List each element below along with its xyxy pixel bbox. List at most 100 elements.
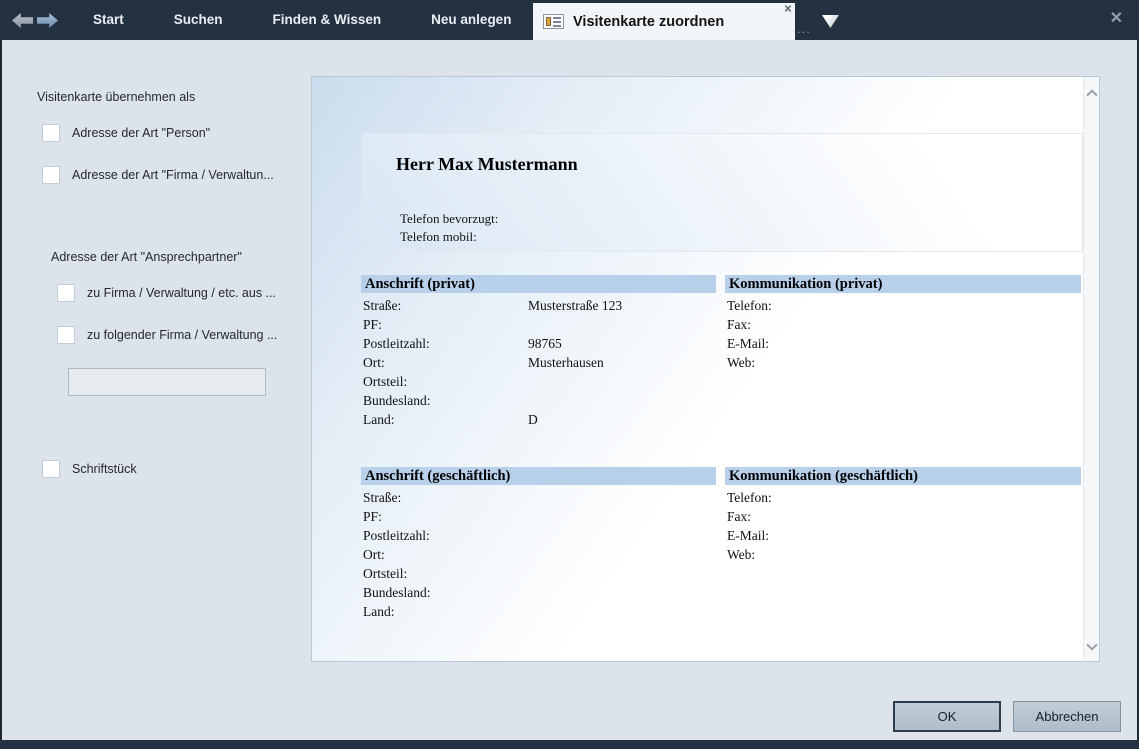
field-row: Web: (725, 353, 1081, 372)
ok-button[interactable]: OK (893, 701, 1001, 732)
section-kommunikation-geschaeftlich: Kommunikation (geschäftlich) Telefon: Fa… (725, 467, 1081, 564)
field-row: Postleitzahl:98765 (361, 334, 716, 353)
card-name: Herr Max Mustermann (396, 154, 578, 175)
tab-visitenkarte-zuordnen-active[interactable]: Visitenkarte zuordnen ✕ (533, 3, 795, 40)
tab-bar: Start Suchen Finden & Wissen Neu anlegen… (0, 0, 1139, 40)
scroll-down-icon[interactable] (1086, 639, 1097, 650)
section-header: Anschrift (geschäftlich) (361, 467, 716, 485)
checkbox-row-firma[interactable]: Adresse der Art "Firma / Verwaltun... (42, 166, 274, 184)
field-row: Straße:Musterstraße 123 (361, 296, 716, 315)
checkbox-firma[interactable] (42, 166, 60, 184)
field-value (892, 526, 1081, 545)
field-value (528, 315, 716, 334)
field-row: E-Mail: (725, 526, 1081, 545)
close-icon[interactable]: ✕ (1110, 10, 1123, 28)
tab-overflow-ellipsis: ... (797, 21, 811, 36)
field-label: Bundesland: (361, 391, 528, 410)
tab-finden-wissen[interactable]: Finden & Wissen (248, 0, 407, 40)
field-value (892, 334, 1081, 353)
field-label: E-Mail: (725, 526, 892, 545)
card-telefon-bevorzugt-label: Telefon bevorzugt: (400, 211, 498, 227)
field-row: Telefon: (725, 488, 1081, 507)
field-label: Bundesland: (361, 583, 528, 602)
checkbox-zu-folgender[interactable] (57, 326, 75, 344)
checkbox-zu-folgender-label: zu folgender Firma / Verwaltung ... (87, 328, 277, 342)
field-row: PF: (361, 315, 716, 334)
checkbox-row-zu-firma[interactable]: zu Firma / Verwaltung / etc. aus ... (57, 284, 276, 302)
sidebar-group-heading-ansprechpartner: Adresse der Art "Ansprechpartner" (51, 250, 242, 264)
field-value: 98765 (528, 334, 716, 353)
checkbox-person[interactable] (42, 124, 60, 142)
field-value (892, 315, 1081, 334)
section-kommunikation-privat: Kommunikation (privat) Telefon: Fax: E-M… (725, 275, 1081, 372)
field-value (528, 488, 716, 507)
field-value (528, 372, 716, 391)
field-row: Ort:Musterhausen (361, 353, 716, 372)
field-value (892, 488, 1081, 507)
field-label: Telefon: (725, 488, 892, 507)
window-left-edge (0, 40, 2, 749)
field-row: Fax: (725, 507, 1081, 526)
field-label: PF: (361, 315, 528, 334)
tab-start[interactable]: Start (68, 0, 149, 40)
checkbox-row-person[interactable]: Adresse der Art "Person" (42, 124, 210, 142)
field-row: Ort: (361, 545, 716, 564)
field-value: D (528, 410, 716, 429)
field-row: Ortsteil: (361, 372, 716, 391)
scroll-up-icon[interactable] (1086, 89, 1097, 100)
field-row: Postleitzahl: (361, 526, 716, 545)
checkbox-zu-firma[interactable] (57, 284, 75, 302)
card-telefon-mobil-label: Telefon mobil: (400, 229, 477, 245)
checkbox-row-zu-folgender[interactable]: zu folgender Firma / Verwaltung ... (57, 326, 277, 344)
field-value (528, 564, 716, 583)
section-header: Kommunikation (privat) (725, 275, 1081, 293)
sidebar-group-heading-uebernehmen: Visitenkarte übernehmen als (37, 90, 195, 104)
field-row: PF: (361, 507, 716, 526)
field-label: Land: (361, 602, 528, 621)
section-anschrift-privat: Anschrift (privat) Straße:Musterstraße 1… (361, 275, 716, 429)
field-row: Land: (361, 602, 716, 621)
back-arrow-icon[interactable] (12, 13, 33, 28)
checkbox-row-schriftstueck[interactable]: Schriftstück (42, 460, 137, 478)
field-label: Postleitzahl: (361, 526, 528, 545)
field-row: Land:D (361, 410, 716, 429)
window-bottom-bar (0, 740, 1139, 749)
field-label: Ort: (361, 545, 528, 564)
firma-input[interactable] (68, 368, 266, 396)
field-row: E-Mail: (725, 334, 1081, 353)
field-value (892, 545, 1081, 564)
section-header: Kommunikation (geschäftlich) (725, 467, 1081, 485)
field-value (528, 507, 716, 526)
field-value: Musterstraße 123 (528, 296, 716, 315)
cancel-button[interactable]: Abbrechen (1013, 701, 1121, 732)
field-row: Ortsteil: (361, 564, 716, 583)
active-tab-label: Visitenkarte zuordnen (573, 14, 724, 30)
field-label: Straße: (361, 488, 528, 507)
checkbox-schriftstueck[interactable] (42, 460, 60, 478)
field-value (528, 583, 716, 602)
checkbox-zu-firma-label: zu Firma / Verwaltung / etc. aus ... (87, 286, 276, 300)
field-label: Web: (725, 545, 892, 564)
tab-list-dropdown-icon[interactable] (822, 15, 839, 28)
field-label: Ortsteil: (361, 372, 528, 391)
field-label: Postleitzahl: (361, 334, 528, 353)
field-value: Musterhausen (528, 353, 716, 372)
field-value (892, 353, 1081, 372)
field-label: Fax: (725, 507, 892, 526)
tab-suchen[interactable]: Suchen (149, 0, 248, 40)
field-label: Web: (725, 353, 892, 372)
business-card-preview: Herr Max Mustermann Telefon bevorzugt: T… (362, 133, 1083, 252)
checkbox-schriftstueck-label: Schriftstück (72, 462, 137, 476)
checkbox-firma-label: Adresse der Art "Firma / Verwaltun... (72, 168, 274, 182)
tab-neu-anlegen[interactable]: Neu anlegen (406, 0, 536, 40)
field-row: Straße: (361, 488, 716, 507)
tab-close-icon[interactable]: ✕ (784, 4, 792, 15)
field-row: Bundesland: (361, 583, 716, 602)
field-label: Ort: (361, 353, 528, 372)
field-value (528, 526, 716, 545)
forward-arrow-icon[interactable] (37, 13, 58, 28)
business-card-icon (543, 14, 564, 29)
vertical-scrollbar[interactable] (1083, 77, 1099, 661)
field-label: Land: (361, 410, 528, 429)
field-value (528, 391, 716, 410)
